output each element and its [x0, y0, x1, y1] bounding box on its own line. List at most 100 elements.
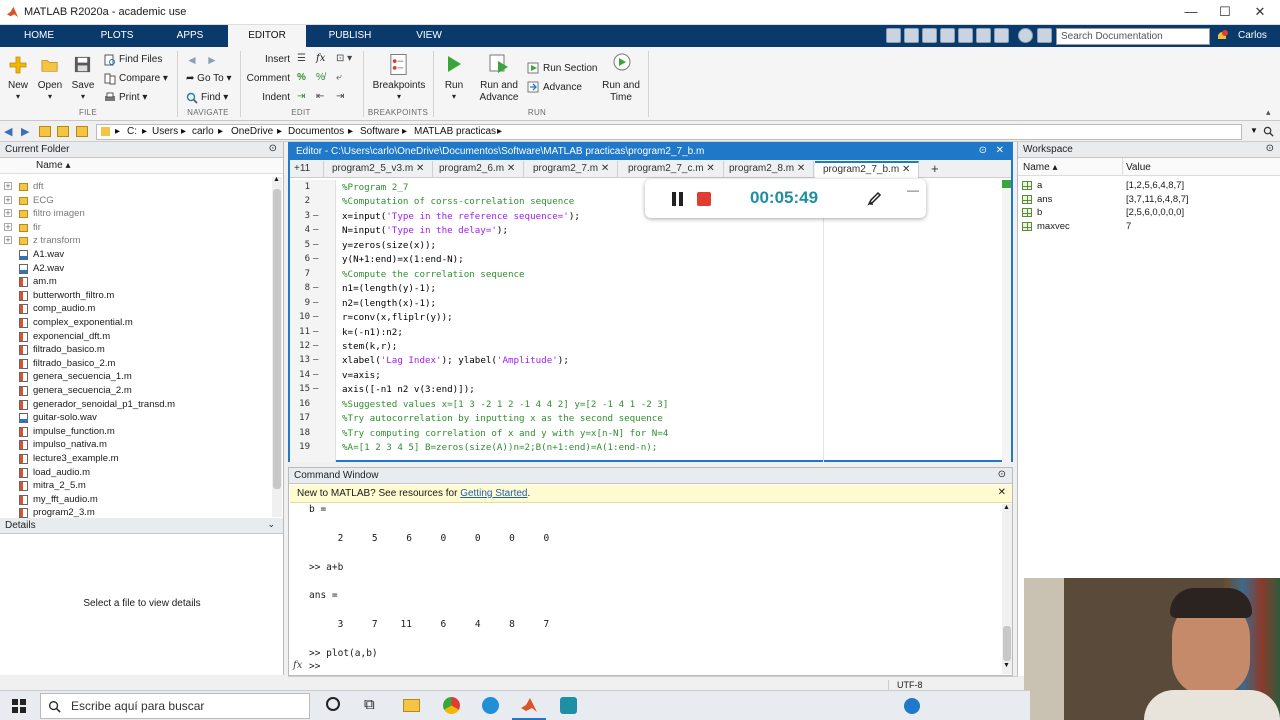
paste-quick-icon[interactable] [940, 28, 955, 43]
file-item[interactable]: load_audio.m [0, 466, 270, 480]
scroll-down-icon[interactable]: ▼ [1003, 662, 1010, 669]
breadcrumb-item[interactable]: Documentos [288, 126, 344, 137]
new-folder-icon[interactable] [76, 126, 88, 137]
scroll-thumb[interactable] [1003, 626, 1011, 661]
chrome-icon[interactable] [443, 697, 460, 714]
folder-item[interactable]: + filtro imagen [0, 207, 270, 221]
tab-close-icon[interactable]: ✕ [902, 164, 910, 175]
panel-menu-icon[interactable]: ⊙ [269, 143, 277, 154]
executable-line-marker[interactable]: — [313, 341, 318, 351]
file-item[interactable]: A1.wav [0, 248, 270, 262]
executable-line-marker[interactable]: — [313, 384, 318, 394]
breadcrumb-item[interactable]: Users [152, 126, 178, 137]
help-icon[interactable] [1018, 28, 1033, 43]
run-section-button[interactable]: Run Section [543, 63, 597, 74]
breadcrumb-item[interactable]: carlo [192, 126, 214, 137]
file-item[interactable]: complex_exponential.m [0, 316, 270, 330]
compare-button[interactable]: Compare ▾ [119, 73, 168, 84]
indent-icon[interactable]: ⇤ [316, 91, 324, 102]
file-item[interactable]: filtrado_basico.m [0, 343, 270, 357]
go-to-button[interactable]: ➦ Go To ▾ [186, 73, 231, 84]
value-column-header[interactable]: Value [1126, 162, 1151, 173]
breadcrumb-item[interactable]: Software [360, 126, 399, 137]
taskbar-search-input[interactable]: Escribe aquí para buscar [40, 693, 310, 719]
forward-arrow-icon[interactable]: ► [206, 53, 218, 67]
file-explorer-icon[interactable] [403, 699, 420, 712]
run-and-advance-icon[interactable] [488, 53, 510, 75]
tab-program2-7[interactable]: program2_7.m ✕ [525, 161, 619, 178]
scroll-up-icon[interactable]: ▲ [273, 176, 280, 183]
comment-icon[interactable]: % [297, 72, 306, 83]
chevron-down-icon[interactable]: ⌄ [267, 519, 275, 530]
executable-line-marker[interactable]: — [313, 312, 318, 322]
executable-line-marker[interactable]: — [313, 283, 318, 293]
run-dropdown-icon[interactable]: ▾ [438, 92, 470, 101]
file-item[interactable]: A2.wav [0, 262, 270, 276]
open-folder-icon[interactable] [40, 56, 60, 74]
code-analyzer-status-icon[interactable] [1002, 180, 1011, 188]
function-browser-icon[interactable]: fx [293, 660, 302, 671]
search-documentation-input[interactable]: Search Documentation [1056, 28, 1210, 45]
save-floppy-icon[interactable] [73, 55, 92, 74]
collapse-ribbon-icon[interactable] [1037, 28, 1052, 43]
run-and-time-icon[interactable] [611, 52, 633, 74]
open-dropdown-icon[interactable]: ▾ [36, 92, 64, 101]
run-and-time-button[interactable]: Run and Time [598, 80, 644, 104]
file-item[interactable]: guitar-solo.wav [0, 411, 270, 425]
tab-overflow[interactable]: +11 [290, 161, 324, 178]
folder-item[interactable]: + ECG [0, 194, 270, 208]
save-dropdown-icon[interactable]: ▾ [70, 92, 96, 101]
name-column-header[interactable]: Name ▴ [0, 158, 283, 174]
file-item[interactable]: genera_secuencia_2.m [0, 384, 270, 398]
executable-line-marker[interactable]: — [313, 211, 318, 221]
copy-quick-icon[interactable] [922, 28, 937, 43]
minimize-recorder-icon[interactable]: — [907, 183, 919, 197]
file-item[interactable]: exponencial_dft.m [0, 330, 270, 344]
edge-icon[interactable] [482, 697, 499, 714]
back-arrow-icon[interactable]: ◄ [186, 53, 198, 67]
tab-editor[interactable]: EDITOR [228, 25, 306, 47]
tab-close-icon[interactable]: ✕ [706, 163, 714, 174]
tab-apps[interactable]: APPS [166, 25, 214, 47]
tab-plots[interactable]: PLOTS [92, 25, 142, 47]
tab-program2-7-c[interactable]: program2_7_c.m ✕ [620, 161, 724, 178]
tab-close-icon[interactable]: ✕ [797, 163, 805, 174]
file-item[interactable]: am.m [0, 275, 270, 289]
tray-app-icon[interactable] [904, 698, 920, 714]
breadcrumb-item[interactable]: MATLAB practicas [414, 126, 496, 137]
file-item[interactable]: my_fft_audio.m [0, 493, 270, 507]
cut-quick-icon[interactable] [904, 28, 919, 43]
notification-bell-icon[interactable] [1215, 29, 1229, 43]
tab-close-icon[interactable]: ✕ [507, 163, 515, 174]
close-button[interactable]: ✕ [1243, 0, 1277, 25]
path-dropdown-icon[interactable]: ▼ [1250, 126, 1258, 135]
tab-program2-5-v3[interactable]: program2_5_v3.m ✕ [324, 161, 434, 178]
browse-folder-icon[interactable] [57, 126, 69, 137]
editor-menu-icon[interactable]: ⊙ [979, 145, 987, 156]
insert-icon[interactable]: ⊡ ▾ [336, 53, 352, 64]
tab-program2-7-b[interactable]: program2_7_b.m ✕ [815, 161, 920, 178]
file-item[interactable]: lecture3_example.m [0, 452, 270, 466]
recorder-app-icon[interactable] [560, 697, 577, 714]
command-scrollbar[interactable]: ▲ ▼ [1002, 504, 1012, 674]
tab-program2-8[interactable]: program2_8.m ✕ [721, 161, 815, 178]
smart-indent-icon[interactable]: ⇥ [297, 91, 305, 102]
folder-scrollbar[interactable]: ▲ [272, 176, 282, 517]
file-item[interactable]: mitra_2_5.m [0, 479, 270, 493]
file-item[interactable]: genera_secuencia_1.m [0, 370, 270, 384]
windows-start-icon[interactable] [11, 698, 27, 714]
run-button[interactable]: Run [438, 80, 470, 91]
breakpoints-button[interactable]: Breakpoints [368, 80, 430, 91]
tab-program2-6[interactable]: program2_6.m ✕ [431, 161, 525, 178]
user-account-menu[interactable]: Carlos [1238, 30, 1267, 41]
run-and-advance-button[interactable]: Run and Advance [476, 80, 522, 104]
expand-folder-icon[interactable]: + [4, 209, 12, 218]
find-button[interactable]: Find ▾ [201, 92, 228, 103]
editor-scrollbar[interactable] [1002, 180, 1011, 462]
breakpoints-dropdown-icon[interactable]: ▾ [368, 92, 430, 101]
tab-close-icon[interactable]: ✕ [416, 163, 424, 174]
file-item[interactable]: generador_senoidal_p1_transd.m [0, 398, 270, 412]
tab-publish[interactable]: PUBLISH [322, 25, 378, 47]
file-item[interactable]: comp_audio.m [0, 302, 270, 316]
breadcrumb-item[interactable]: OneDrive [231, 126, 273, 137]
